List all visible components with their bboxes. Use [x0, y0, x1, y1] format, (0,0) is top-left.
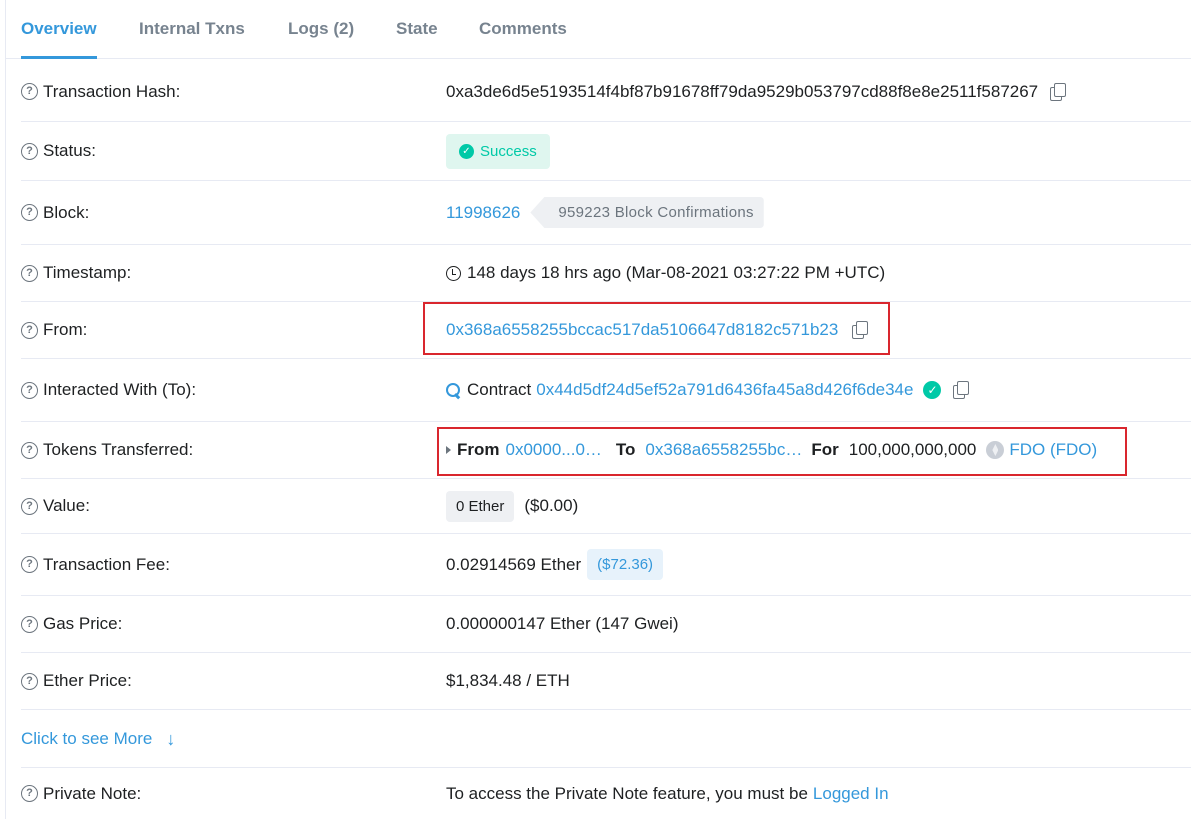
question-icon[interactable]: ?: [21, 204, 38, 221]
question-icon[interactable]: ?: [21, 441, 38, 459]
question-icon[interactable]: ?: [21, 321, 38, 339]
gas-price-value: 0.000000147 Ether (147 Gwei): [446, 614, 679, 633]
question-icon[interactable]: ?: [21, 497, 38, 515]
token-from-label: From: [457, 440, 500, 459]
label-gas-price: Gas Price:: [43, 614, 123, 633]
logged-in-link[interactable]: Logged In: [813, 784, 889, 804]
token-icon: [986, 441, 1005, 459]
label-value: Value:: [43, 496, 90, 515]
transaction-fee-usd-badge: ($72.36): [587, 549, 664, 580]
status-badge: ✓ Success: [446, 133, 550, 169]
label-interacted-with: Interacted With (To):: [43, 380, 197, 399]
token-to-link[interactable]: 0x368a6558255bc…: [645, 440, 802, 460]
verified-icon: ✓: [923, 381, 942, 399]
tab-comments[interactable]: Comments: [479, 0, 567, 59]
label-from: From:: [43, 320, 88, 339]
tab-overview[interactable]: Overview: [21, 0, 97, 59]
tab-logs[interactable]: Logs (2): [288, 0, 354, 59]
see-more-label: Click to see More: [21, 729, 153, 748]
row-transaction-hash: ? Transaction Hash: 0xa3de6d5e5193514f4bf…: [21, 62, 1191, 122]
question-icon[interactable]: ?: [21, 83, 38, 100]
label-timestamp: Timestamp:: [43, 263, 132, 282]
status-text: Success: [480, 142, 537, 160]
question-icon[interactable]: ?: [21, 381, 38, 399]
question-icon[interactable]: ?: [21, 615, 38, 633]
row-ether-price: ? Ether Price: $1,834.48 / ETH: [21, 653, 1191, 710]
question-icon[interactable]: ?: [21, 556, 38, 573]
transaction-details-card: Overview Internal Txns Logs (2) State Co…: [5, 0, 1191, 819]
token-from-link[interactable]: 0x0000...0…: [506, 440, 602, 460]
label-private-note: Private Note:: [43, 783, 142, 803]
row-timestamp: ? Timestamp: 148 days 18 hrs ago (Mar-08-…: [21, 245, 1191, 302]
arrow-down-icon: ↓: [166, 728, 176, 749]
token-to-label: To: [615, 440, 636, 459]
contract-prefix: Contract: [467, 380, 532, 399]
clock-icon: [446, 265, 461, 281]
caret-right-icon[interactable]: [446, 446, 451, 454]
row-private-note: ? Private Note: To access the Private Not…: [21, 768, 1191, 819]
row-gas-price: ? Gas Price: 0.000000147 Ether (147 Gwei): [21, 596, 1191, 653]
label-transaction-fee: Transaction Fee:: [43, 554, 170, 574]
copy-icon[interactable]: [953, 381, 971, 399]
row-transaction-fee: ? Transaction Fee: 0.02914569 Ether ($72.…: [21, 534, 1191, 596]
question-icon[interactable]: ?: [21, 264, 38, 282]
label-transaction-hash: Transaction Hash:: [43, 81, 181, 101]
row-tokens-transferred: ? Tokens Transferred: From 0x0000...0… To…: [21, 422, 1191, 479]
value-ether-badge: 0 Ether: [446, 490, 515, 522]
ether-price-value: $1,834.48 / ETH: [446, 671, 570, 690]
question-icon[interactable]: ?: [21, 672, 38, 690]
label-block: Block:: [43, 202, 90, 222]
label-ether-price: Ether Price:: [43, 671, 132, 690]
value-usd: ($0.00): [524, 496, 579, 515]
contract-address-link[interactable]: 0x44d5df24d5ef52a791d6436fa45a8d426f6de3…: [536, 380, 913, 400]
row-value: ? Value: 0 Ether ($0.00): [21, 479, 1191, 534]
zoom-icon[interactable]: [446, 382, 461, 398]
check-circle-icon: ✓: [459, 143, 474, 159]
question-icon[interactable]: ?: [21, 142, 38, 160]
block-confirmations-badge: 959223 Block Confirmations: [530, 197, 764, 228]
row-from: ? From: 0x368a6558255bccac517da5106647d81…: [21, 302, 1191, 359]
tab-state[interactable]: State: [396, 0, 438, 59]
copy-icon[interactable]: [852, 321, 870, 339]
timestamp-value: 148 days 18 hrs ago (Mar-08-2021 03:27:2…: [467, 263, 886, 282]
private-note-text: To access the Private Note feature, you …: [446, 783, 808, 803]
transaction-fee-value: 0.02914569 Ether: [446, 554, 582, 574]
row-block: ? Block: 11998626 959223 Block Confirmati…: [21, 181, 1191, 245]
see-more-link[interactable]: Click to see More ↓: [21, 710, 175, 768]
question-icon[interactable]: ?: [21, 785, 38, 802]
copy-icon[interactable]: [1050, 82, 1068, 101]
token-name-link[interactable]: FDO (FDO): [1009, 440, 1097, 460]
token-amount: 100,000,000,000: [848, 440, 977, 459]
token-for-label: For: [811, 440, 839, 459]
label-status: Status:: [43, 141, 96, 160]
tab-internal-txns[interactable]: Internal Txns: [139, 0, 245, 59]
row-status: ? Status: ✓ Success: [21, 122, 1191, 181]
label-tokens-transferred: Tokens Transferred:: [43, 440, 194, 459]
block-number-link[interactable]: 11998626: [446, 203, 520, 223]
transaction-hash-value: 0xa3de6d5e5193514f4bf87b91678ff79da9529b…: [446, 81, 1039, 101]
row-interacted-with: ? Interacted With (To): Contract 0x44d5df…: [21, 359, 1191, 422]
from-address-link[interactable]: 0x368a6558255bccac517da5106647d8182c571b…: [446, 320, 838, 340]
tab-bar: Overview Internal Txns Logs (2) State Co…: [6, 0, 1191, 59]
